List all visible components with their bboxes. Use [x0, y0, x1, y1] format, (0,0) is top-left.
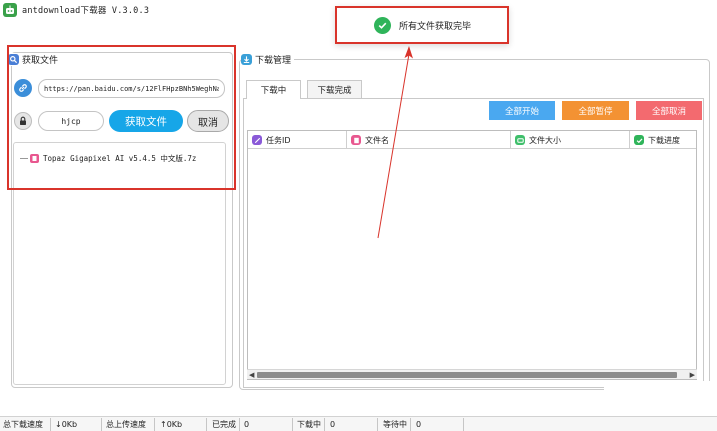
- tab-downloading[interactable]: 下载中: [246, 80, 301, 99]
- scroll-right-icon[interactable]: ▶: [690, 371, 695, 379]
- column-header-progress[interactable]: 下载进度: [630, 131, 696, 149]
- success-toast: 所有文件获取完毕: [335, 6, 509, 44]
- download-table[interactable]: 任务ID 文件名 文件大小 下载进度: [247, 130, 697, 380]
- status-divider: [154, 418, 155, 431]
- tab-label: 下载中: [260, 86, 287, 96]
- annotation-box: [7, 45, 236, 190]
- tab-label: 下载完成: [317, 85, 352, 96]
- download-icon: [241, 54, 252, 65]
- download-manager-title: 下载管理: [255, 56, 292, 66]
- table-header: 任务ID 文件名 文件大小 下载进度: [248, 131, 696, 149]
- download-manager-section-title: 下载管理: [241, 53, 295, 66]
- scroll-left-icon[interactable]: ◀: [249, 371, 254, 379]
- completed-label: 已完成: [212, 420, 236, 429]
- scrollbar-thumb[interactable]: [257, 372, 677, 378]
- column-header-file-size[interactable]: 文件大小: [511, 131, 630, 149]
- file-icon: [351, 135, 361, 145]
- app-title: antdownload下载器 V.3.0.3: [22, 6, 150, 16]
- status-bar: 总下载速度 ↓0Kb 总上传速度 ↑0Kb 已完成 0 下载中 0 等待中 0: [0, 416, 717, 431]
- blank-area: [604, 381, 717, 416]
- check-circle-icon: [374, 16, 391, 34]
- status-divider: [410, 418, 411, 431]
- upload-speed-label: 总上传速度: [106, 420, 146, 429]
- status-divider: [206, 418, 207, 431]
- horizontal-scrollbar[interactable]: ◀ ▶: [247, 369, 697, 379]
- download-speed-value: ↓0Kb: [55, 420, 78, 429]
- cancel-all-button[interactable]: 全部取消: [636, 101, 702, 120]
- column-header-file-name[interactable]: 文件名: [347, 131, 511, 149]
- robot-icon: [3, 3, 17, 17]
- pause-all-button[interactable]: 全部暂停: [562, 101, 629, 120]
- status-divider: [292, 418, 293, 431]
- status-divider: [50, 418, 51, 431]
- completed-value: 0: [244, 420, 250, 429]
- status-divider: [101, 418, 102, 431]
- downloading-label: 下载中: [297, 420, 321, 429]
- status-divider: [239, 418, 240, 431]
- download-speed-label: 总下载速度: [3, 420, 43, 429]
- waiting-value: 0: [416, 420, 422, 429]
- column-header-task-id[interactable]: 任务ID: [248, 131, 347, 149]
- waiting-label: 等待中: [383, 420, 407, 429]
- check-icon: [634, 135, 644, 145]
- id-icon: [252, 135, 262, 145]
- toast-message: 所有文件获取完毕: [399, 21, 472, 32]
- tab-completed[interactable]: 下载完成: [307, 80, 362, 98]
- upload-speed-value: ↑0Kb: [160, 420, 183, 429]
- status-divider: [377, 418, 378, 431]
- status-divider: [324, 418, 325, 431]
- size-icon: [515, 135, 525, 145]
- start-all-button[interactable]: 全部开始: [489, 101, 555, 120]
- status-divider: [463, 418, 464, 431]
- downloading-value: 0: [330, 420, 336, 429]
